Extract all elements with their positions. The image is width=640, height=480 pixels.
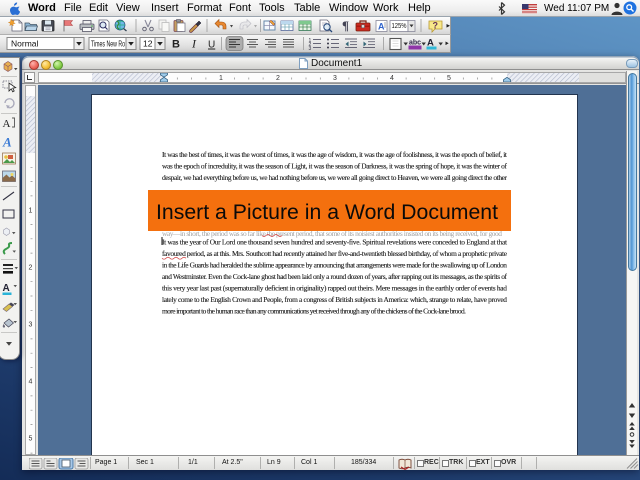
svg-text:5: 5 [447,75,451,82]
svg-text:Insert a Picture in a Word Doc: Insert a Picture in a Word Document [156,201,498,224]
svg-text:12: 12 [143,39,153,49]
svg-text:?: ? [433,21,439,31]
svg-text:3: 3 [333,75,337,82]
svg-text:4: 4 [29,379,33,386]
svg-text:¶: ¶ [342,18,349,33]
svg-text:A: A [2,135,12,150]
svg-text:3: 3 [309,46,312,52]
svg-text:Normal: Normal [11,39,39,49]
svg-text:A: A [3,283,10,294]
svg-text:Times New Ro: Times New Ro [91,40,125,49]
svg-text:B: B [172,39,180,51]
svg-text:2: 2 [276,75,280,82]
svg-text:3: 3 [29,322,33,329]
svg-text:2: 2 [29,265,33,272]
svg-text:A: A [3,118,11,130]
svg-text:5: 5 [29,436,33,443]
svg-text:abc: abc [409,40,421,47]
svg-text:4: 4 [390,75,394,82]
svg-text:1: 1 [219,75,223,82]
svg-text:125%: 125% [392,23,407,30]
svg-text:I: I [191,37,197,51]
svg-text:U: U [208,40,215,51]
svg-text:A: A [378,22,385,32]
svg-text:1: 1 [29,208,33,215]
